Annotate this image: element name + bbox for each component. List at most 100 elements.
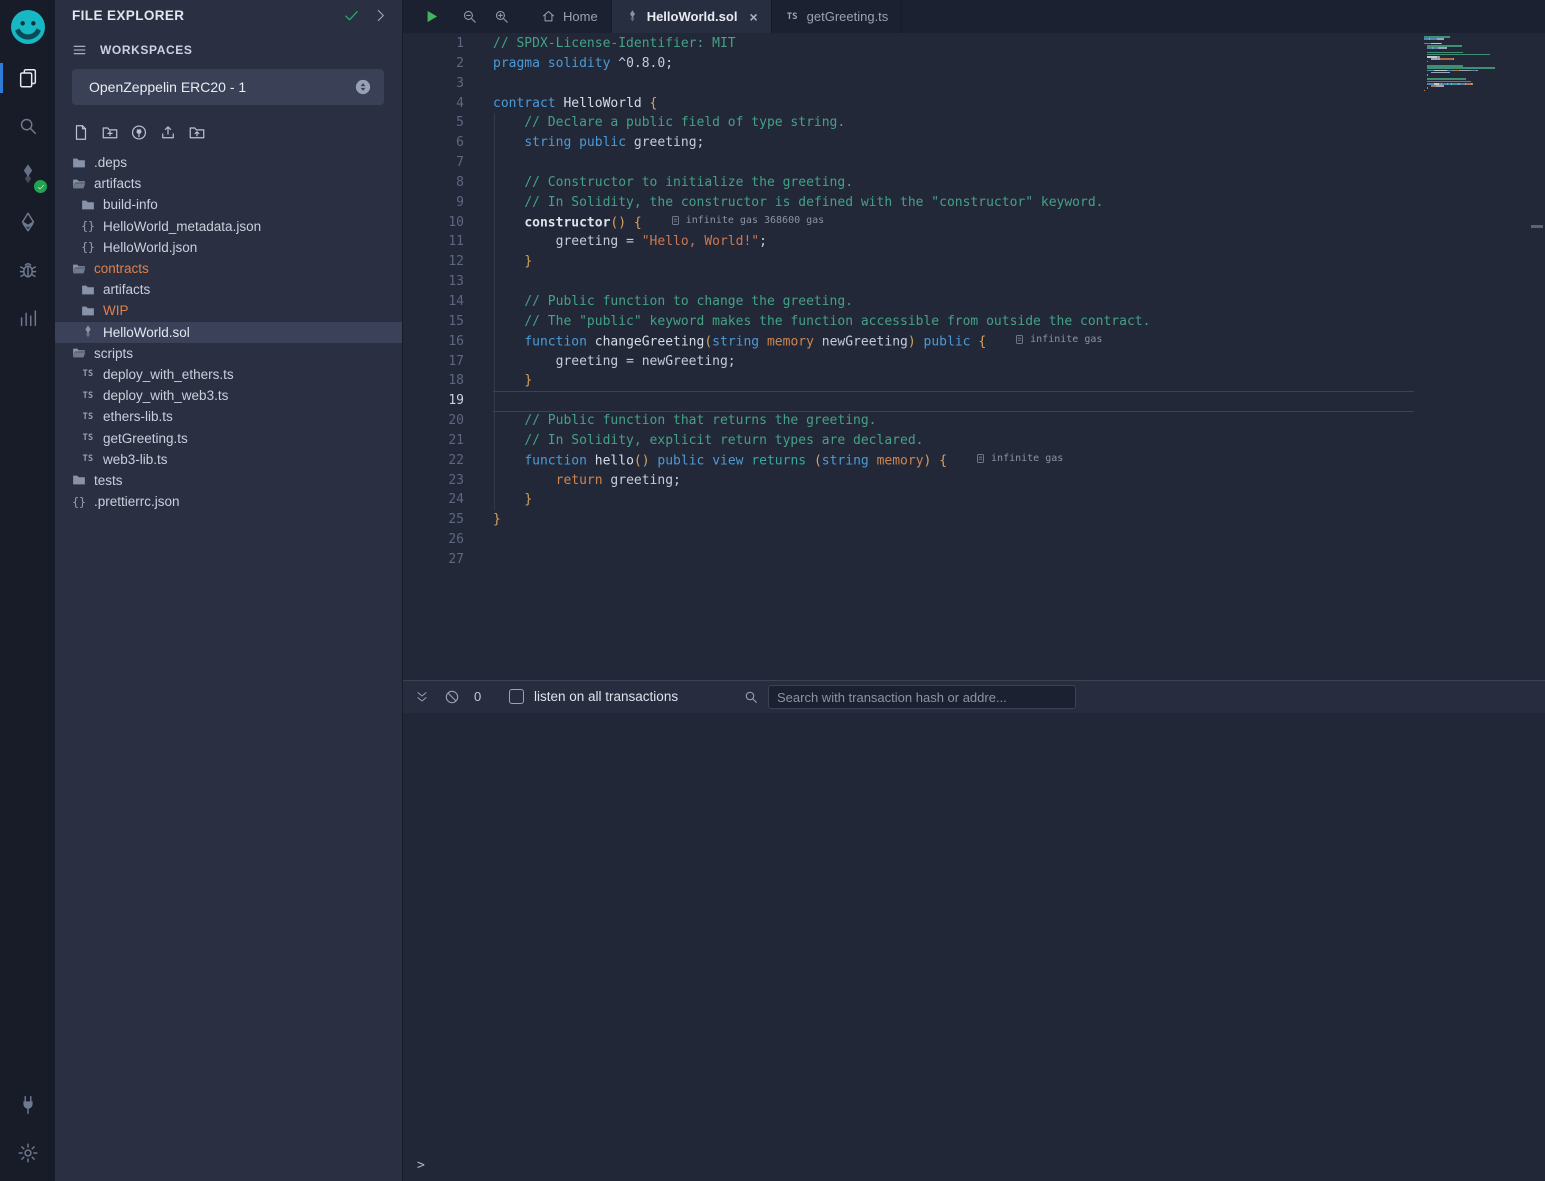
line-number[interactable]: 6 <box>403 133 464 153</box>
line-number[interactable]: 9 <box>403 193 464 213</box>
code-line-20[interactable]: // Public function that returns the gree… <box>493 411 1461 431</box>
zoom-out-icon[interactable] <box>461 8 478 25</box>
file-tree-item-artifacts[interactable]: artifacts <box>55 279 402 300</box>
file-tree-item-contracts[interactable]: contracts <box>55 258 402 279</box>
new-file-icon[interactable] <box>72 123 90 142</box>
code-line-18[interactable]: } <box>493 371 1461 391</box>
line-number[interactable]: 11 <box>403 232 464 252</box>
line-number[interactable]: 16 <box>403 332 464 352</box>
file-explorer-button[interactable] <box>0 54 55 102</box>
search-button[interactable] <box>0 102 55 150</box>
line-number[interactable]: 19 <box>403 391 464 411</box>
line-number[interactable]: 5 <box>403 113 464 133</box>
file-tree-item-WIP[interactable]: WIP <box>55 300 402 321</box>
file-tree-item-tests[interactable]: tests <box>55 470 402 491</box>
zoom-in-icon[interactable] <box>493 8 510 25</box>
github-icon[interactable] <box>130 123 148 142</box>
code-line-24[interactable]: } <box>493 490 1461 510</box>
line-number[interactable]: 3 <box>403 74 464 94</box>
code-line-8[interactable]: // Constructor to initialize the greetin… <box>493 173 1461 193</box>
file-tree-item-deploy_with_web3.ts[interactable]: TSdeploy_with_web3.ts <box>55 385 402 406</box>
line-number[interactable]: 17 <box>403 352 464 372</box>
remix-logo-button[interactable] <box>0 0 55 54</box>
file-tree-item-build-info[interactable]: build-info <box>55 194 402 215</box>
connect-device-button[interactable] <box>0 1081 55 1129</box>
code-line-10[interactable]: constructor() {infinite gas 368600 gas <box>493 213 1461 233</box>
upload-folder-icon[interactable] <box>188 123 206 142</box>
file-tree-item-scripts[interactable]: scripts <box>55 343 402 364</box>
code-line-16[interactable]: function changeGreeting(string memory ne… <box>493 332 1461 352</box>
file-tree-item-deploy_with_ethers.ts[interactable]: TSdeploy_with_ethers.ts <box>55 364 402 385</box>
code-line-23[interactable]: return greeting; <box>493 471 1461 491</box>
close-tab-icon[interactable]: × <box>749 10 757 24</box>
code-line-6[interactable]: string public greeting; <box>493 133 1461 153</box>
line-number[interactable]: 21 <box>403 431 464 451</box>
line-number[interactable]: 12 <box>403 252 464 272</box>
file-tree-item-.prettierrc.json[interactable]: {}.prettierrc.json <box>55 491 402 512</box>
line-number[interactable]: 13 <box>403 272 464 292</box>
solidity-compiler-button[interactable] <box>0 150 55 198</box>
line-number[interactable]: 20 <box>403 411 464 431</box>
line-number[interactable]: 4 <box>403 94 464 114</box>
file-tree-item-getGreeting.ts[interactable]: TSgetGreeting.ts <box>55 427 402 448</box>
code-line-27[interactable] <box>493 550 1461 570</box>
listen-transactions-checkbox[interactable] <box>509 689 524 704</box>
line-number[interactable]: 25 <box>403 510 464 530</box>
line-number[interactable]: 24 <box>403 490 464 510</box>
code-line-7[interactable] <box>493 153 1461 173</box>
plugin-manager-button[interactable] <box>0 294 55 342</box>
line-number[interactable]: 27 <box>403 550 464 570</box>
code-line-12[interactable]: } <box>493 252 1461 272</box>
expand-terminal-icon[interactable] <box>414 689 430 705</box>
line-number[interactable]: 14 <box>403 292 464 312</box>
file-tree-item-HelloWorld.json[interactable]: {}HelloWorld.json <box>55 237 402 258</box>
clear-console-icon[interactable] <box>444 689 460 705</box>
settings-button[interactable] <box>0 1129 55 1177</box>
file-tree-item-web3-lib.ts[interactable]: TSweb3-lib.ts <box>55 449 402 470</box>
terminal-prompt[interactable]: > <box>417 1158 425 1173</box>
line-number[interactable]: 7 <box>403 153 464 173</box>
tab-HelloWorld.sol[interactable]: HelloWorld.sol× <box>612 0 772 33</box>
code-line-13[interactable] <box>493 272 1461 292</box>
deploy-and-run-button[interactable] <box>0 198 55 246</box>
file-tree-item-ethers-lib.ts[interactable]: TSethers-lib.ts <box>55 406 402 427</box>
code-editor[interactable]: 1234567891011121314151617181920212223242… <box>403 33 1545 680</box>
code-line-1[interactable]: // SPDX-License-Identifier: MIT <box>493 34 1461 54</box>
code-line-19[interactable] <box>493 391 1461 411</box>
code-line-11[interactable]: greeting = "Hello, World!"; <box>493 232 1461 252</box>
code-line-15[interactable]: // The "public" keyword makes the functi… <box>493 312 1461 332</box>
line-number[interactable]: 23 <box>403 471 464 491</box>
line-number[interactable]: 15 <box>403 312 464 332</box>
code-line-9[interactable]: // In Solidity, the constructor is defin… <box>493 193 1461 213</box>
line-number[interactable]: 18 <box>403 371 464 391</box>
code-line-17[interactable]: greeting = newGreeting; <box>493 352 1461 372</box>
line-number[interactable]: 10 <box>403 213 464 233</box>
code-line-14[interactable]: // Public function to change the greetin… <box>493 292 1461 312</box>
line-number[interactable]: 8 <box>403 173 464 193</box>
file-tree-item-.deps[interactable]: .deps <box>55 152 402 173</box>
upload-file-icon[interactable] <box>159 123 177 142</box>
code-line-25[interactable]: } <box>493 510 1461 530</box>
line-number[interactable]: 26 <box>403 530 464 550</box>
line-number[interactable]: 2 <box>403 54 464 74</box>
chevron-right-icon[interactable] <box>372 7 389 24</box>
run-script-button[interactable] <box>423 8 440 25</box>
file-tree-item-HelloWorld.sol[interactable]: HelloWorld.sol <box>55 322 402 343</box>
line-number[interactable]: 1 <box>403 34 464 54</box>
code-line-2[interactable]: pragma solidity ^0.8.0; <box>493 54 1461 74</box>
line-number[interactable]: 22 <box>403 451 464 471</box>
code-line-5[interactable]: // Declare a public field of type string… <box>493 113 1461 133</box>
debugger-button[interactable] <box>0 246 55 294</box>
accept-icon[interactable] <box>343 7 360 24</box>
file-tree-item-HelloWorld_metadata.json[interactable]: {}HelloWorld_metadata.json <box>55 216 402 237</box>
code-line-3[interactable] <box>493 74 1461 94</box>
workspace-select[interactable]: OpenZeppelin ERC20 - 1 <box>72 69 384 105</box>
tab-Home[interactable]: Home <box>528 0 612 33</box>
tab-getGreeting.ts[interactable]: TSgetGreeting.ts <box>772 0 903 33</box>
new-folder-icon[interactable] <box>101 123 119 142</box>
transaction-search-input[interactable] <box>768 685 1076 709</box>
code-line-22[interactable]: function hello() public view returns (st… <box>493 451 1461 471</box>
workspaces-menu-icon[interactable] <box>71 42 88 58</box>
code-line-4[interactable]: contract HelloWorld { <box>493 94 1461 114</box>
file-tree-item-artifacts[interactable]: artifacts <box>55 173 402 194</box>
